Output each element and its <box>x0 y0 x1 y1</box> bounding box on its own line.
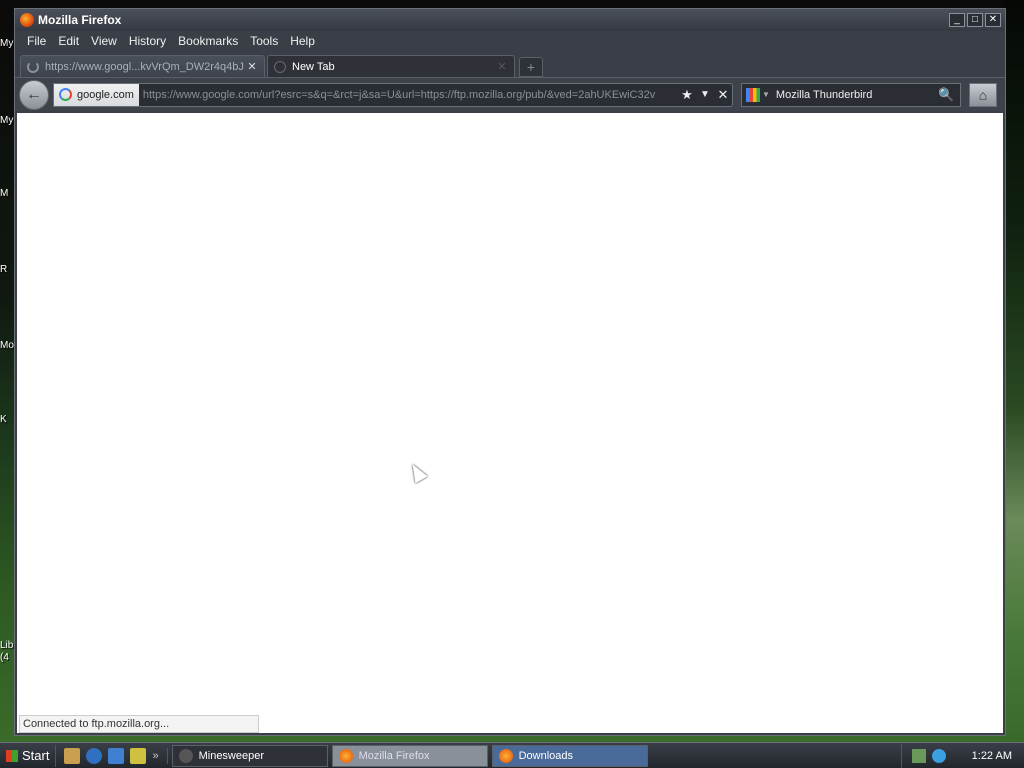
menu-edit[interactable]: Edit <box>52 34 85 48</box>
start-label: Start <box>22 748 50 763</box>
url-input[interactable]: https://www.google.com/url?esrc=s&q=&rct… <box>143 89 678 101</box>
loading-spinner-icon <box>27 60 39 73</box>
tab-bar: https://www.googl...kvVrQm_DW2r4q4bJ ✕ N… <box>15 51 1005 77</box>
page-content[interactable] <box>17 113 1003 733</box>
menu-bookmarks[interactable]: Bookmarks <box>172 34 244 48</box>
tab-google-redirect[interactable]: https://www.googl...kvVrQm_DW2r4q4bJ ✕ <box>20 55 265 77</box>
new-tab-button[interactable]: + <box>519 57 543 77</box>
close-button[interactable]: ✕ <box>985 13 1001 27</box>
back-button[interactable]: ← <box>19 79 49 110</box>
search-engine-icon[interactable] <box>746 87 760 102</box>
tab-close-icon[interactable]: ✕ <box>246 60 258 73</box>
show-desktop-icon[interactable] <box>64 747 81 764</box>
menu-history[interactable]: History <box>123 34 172 48</box>
navigation-toolbar: ← google.com https://www.google.com/url?… <box>15 77 1005 111</box>
blank-page-icon <box>274 60 286 73</box>
desktop-background-right <box>1004 0 1024 742</box>
tab-new-tab[interactable]: New Tab ✕ <box>267 55 515 77</box>
system-tray: 1:22 AM <box>900 743 1024 768</box>
taskbar: Start » Minesweeper Mozilla Firefox Down… <box>0 742 1024 768</box>
stop-icon[interactable]: ✕ <box>714 87 732 103</box>
firefox-icon <box>498 748 513 763</box>
menu-file[interactable]: File <box>21 34 52 48</box>
internet-explorer-icon[interactable] <box>86 747 103 764</box>
bookmark-star-icon[interactable]: ★ <box>678 87 696 103</box>
start-button[interactable]: Start <box>0 744 57 767</box>
mouse-cursor-icon <box>406 460 428 484</box>
maximize-button[interactable]: □ <box>967 13 983 27</box>
title-bar[interactable]: Mozilla Firefox _ □ ✕ <box>15 9 1005 31</box>
menu-help[interactable]: Help <box>284 34 321 48</box>
desktop-icon-label[interactable]: Lib (4 <box>0 640 14 664</box>
quick-launch-more-icon[interactable]: » <box>152 750 158 762</box>
task-firefox[interactable]: Mozilla Firefox <box>331 744 488 767</box>
firefox-icon <box>338 748 353 763</box>
minimize-button[interactable]: _ <box>949 13 965 27</box>
tab-title: https://www.googl...kvVrQm_DW2r4q4bJ <box>45 60 244 73</box>
engine-dropdown-icon[interactable]: ▼ <box>762 90 770 99</box>
minesweeper-icon <box>178 748 193 763</box>
search-bar[interactable]: ▼ Mozilla Thunderbird 🔍 <box>741 82 961 107</box>
search-icon[interactable]: 🔍 <box>938 87 960 103</box>
menu-view[interactable]: View <box>85 34 123 48</box>
status-bar: Connected to ftp.mozilla.org... <box>19 715 259 733</box>
site-identity-label: google.com <box>77 88 134 101</box>
menu-tools[interactable]: Tools <box>244 34 284 48</box>
task-minesweeper[interactable]: Minesweeper <box>171 744 328 767</box>
task-label: Downloads <box>518 749 574 762</box>
task-downloads[interactable]: Downloads <box>491 744 648 767</box>
search-input[interactable]: Mozilla Thunderbird <box>776 89 938 101</box>
firefox-window: Mozilla Firefox _ □ ✕ File Edit View His… <box>14 8 1006 736</box>
window-title: Mozilla Firefox <box>38 13 122 27</box>
task-label: Minesweeper <box>198 749 265 762</box>
clock[interactable]: 1:22 AM <box>972 750 1012 762</box>
url-dropdown-icon[interactable]: ▼ <box>696 89 714 100</box>
tab-close-icon[interactable]: ✕ <box>496 60 508 73</box>
menu-bar: File Edit View History Bookmarks Tools H… <box>15 31 1005 51</box>
outlook-icon[interactable] <box>108 747 125 764</box>
network-icon[interactable] <box>911 748 926 763</box>
url-bar[interactable]: google.com https://www.google.com/url?es… <box>53 82 733 107</box>
search-folder-icon[interactable] <box>130 747 147 764</box>
google-favicon-icon <box>59 88 72 101</box>
home-button[interactable]: ⌂ <box>969 82 997 107</box>
firefox-icon <box>20 13 34 27</box>
quick-launch: » <box>56 747 168 764</box>
site-identity-button[interactable]: google.com <box>54 83 139 106</box>
tab-title: New Tab <box>292 60 335 73</box>
sync-icon[interactable] <box>931 748 946 763</box>
task-label: Mozilla Firefox <box>358 749 430 762</box>
windows-logo-icon <box>6 749 18 762</box>
